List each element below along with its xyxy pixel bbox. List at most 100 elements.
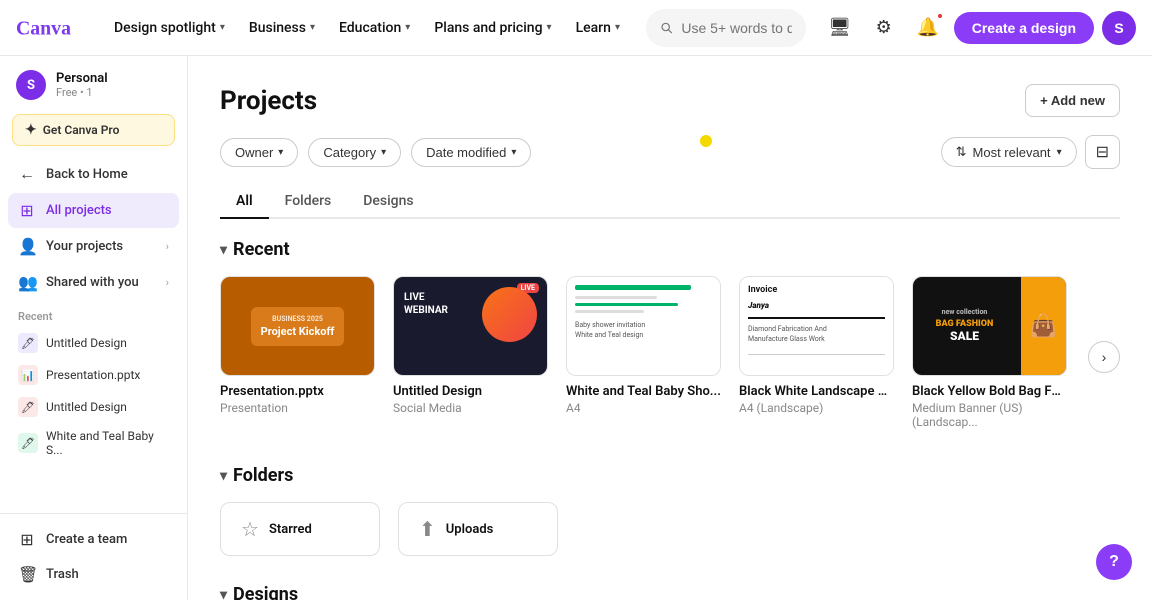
team-icon: ⊞ <box>18 530 36 549</box>
list-item[interactable]: 🖊 Untitled Design <box>8 327 179 359</box>
create-design-button[interactable]: Create a design <box>954 12 1094 44</box>
cards-next-button[interactable]: › <box>1088 341 1120 373</box>
date-modified-filter-button[interactable]: Date modified ▾ <box>411 138 531 167</box>
recent-item-label: Untitled Design <box>46 400 127 414</box>
upload-icon: ⬆ <box>419 517 436 541</box>
chevron-down-icon: ▾ <box>220 22 225 33</box>
trash-icon: 🗑 <box>18 565 36 584</box>
add-new-button[interactable]: + Add new <box>1025 84 1120 117</box>
sidebar-nav: ← Back to Home ⊞ All projects 👤 Your pro… <box>0 156 187 300</box>
chevron-down-icon: ▾ <box>405 22 410 33</box>
projects-header: Projects + Add new <box>220 84 1120 117</box>
sidebar-item-shared-with-you[interactable]: 👥 Shared with you › <box>8 265 179 300</box>
card-subtitle: Medium Banner (US) (Landscap... <box>912 401 1067 429</box>
card-thumbnail: new collection BAG FASHION SALE 👜 <box>912 276 1067 376</box>
nav-plans-pricing[interactable]: Plans and pricing ▾ <box>424 14 561 42</box>
fashion-text: new collection BAG FASHION SALE <box>936 308 1044 344</box>
search-bar[interactable] <box>646 9 806 47</box>
svg-text:Canva: Canva <box>16 17 71 39</box>
nav-learn[interactable]: Learn ▾ <box>566 14 630 42</box>
thumbnail-fashion: new collection BAG FASHION SALE 👜 <box>913 277 1066 375</box>
list-item[interactable]: 🖊 Untitled Design <box>8 391 179 423</box>
recent-item-icon: 📊 <box>18 365 38 385</box>
recent-item-icon: 🖊 <box>18 433 38 453</box>
recent-section-label: Recent <box>0 300 187 327</box>
sort-button[interactable]: ⇅ Most relevant ▾ <box>941 137 1077 167</box>
card-title: Black White Landscape O... <box>739 384 894 399</box>
search-input[interactable] <box>681 20 791 36</box>
tab-designs[interactable]: Designs <box>347 185 429 219</box>
chevron-down-icon: ▾ <box>547 22 552 33</box>
sort-icon: ⇅ <box>956 144 967 160</box>
tab-all[interactable]: All <box>220 185 269 219</box>
designs-section-title: ▾ Designs <box>220 584 1120 600</box>
recent-chevron-icon: ▾ <box>220 242 227 258</box>
card-fashion-banner[interactable]: new collection BAG FASHION SALE 👜 Black … <box>912 276 1067 429</box>
sidebar-item-label: All projects <box>46 203 112 218</box>
get-canva-pro-button[interactable]: ✦ Get Canva Pro <box>12 114 175 146</box>
grid-icon: ⊞ <box>18 201 36 220</box>
nav-business[interactable]: Business ▾ <box>239 14 325 42</box>
card-title: Untitled Design <box>393 384 548 399</box>
notification-wrapper: 🔔 <box>910 10 946 46</box>
topnav-right: 🖥 ⚙ 🔔 Create a design S <box>822 10 1136 46</box>
folder-starred[interactable]: ☆ Starred <box>220 502 380 556</box>
folder-uploads[interactable]: ⬆ Uploads <box>398 502 558 556</box>
folders-section-title: ▾ Folders <box>220 465 1120 486</box>
view-toggle-button[interactable]: ⊟ <box>1085 135 1120 169</box>
card-presentation[interactable]: BUSINESS 2025 Project Kickoff Presentati… <box>220 276 375 429</box>
card-thumbnail: Baby shower invitationWhite and Teal des… <box>566 276 721 376</box>
nav-education[interactable]: Education ▾ <box>329 14 420 42</box>
card-title: White and Teal Baby Sho... <box>566 384 721 399</box>
card-thumbnail: Invoice Janya Diamond Fabrication AndMan… <box>739 276 894 376</box>
search-icon <box>660 20 673 36</box>
nav-design-spotlight[interactable]: Design spotlight ▾ <box>104 14 235 42</box>
list-item[interactable]: 📊 Presentation.pptx <box>8 359 179 391</box>
settings-icon-btn[interactable]: ⚙ <box>866 10 902 46</box>
sort-label: Most relevant <box>973 145 1051 160</box>
sort-area: ⇅ Most relevant ▾ ⊟ <box>941 135 1120 169</box>
tabs-bar: All Folders Designs <box>220 185 1120 219</box>
user-avatar-button[interactable]: S <box>1102 11 1136 45</box>
card-subtitle: Presentation <box>220 401 375 415</box>
owner-filter-label: Owner <box>235 145 273 160</box>
tab-folders[interactable]: Folders <box>269 185 348 219</box>
sidebar-bottom: ⊞ Create a team 🗑 Trash <box>0 518 187 600</box>
sidebar-item-all-projects[interactable]: ⊞ All projects <box>8 193 179 228</box>
help-button[interactable]: ? <box>1096 544 1132 580</box>
recent-cards-grid: BUSINESS 2025 Project Kickoff Presentati… <box>220 276 1078 429</box>
sidebar-item-create-team[interactable]: ⊞ Create a team <box>8 522 179 557</box>
date-modified-filter-label: Date modified <box>426 145 506 160</box>
category-filter-button[interactable]: Category ▾ <box>308 138 401 167</box>
category-filter-label: Category <box>323 145 376 160</box>
recent-item-icon: 🖊 <box>18 333 38 353</box>
card-title: Black Yellow Bold Bag Fa... <box>912 384 1067 399</box>
sidebar-item-label: Shared with you <box>46 275 139 290</box>
main-content: Projects + Add new Owner ▾ Category ▾ Da… <box>188 56 1152 600</box>
card-thumbnail: LIVE LIVEWEBINAR <box>393 276 548 376</box>
recent-item-label: Presentation.pptx <box>46 368 140 382</box>
logo[interactable]: Canva <box>16 14 88 42</box>
chevron-down-icon: ▾ <box>615 22 620 33</box>
sidebar-item-your-projects[interactable]: 👤 Your projects › <box>8 229 179 264</box>
filters-bar: Owner ▾ Category ▾ Date modified ▾ ⇅ Mos… <box>220 135 1120 169</box>
sidebar-item-trash[interactable]: 🗑 Trash <box>8 557 179 592</box>
designs-section: ▾ Designs <box>220 584 1120 600</box>
thumbnail-social: LIVE LIVEWEBINAR <box>394 277 547 375</box>
chevron-right-icon: › <box>166 240 169 253</box>
grid-view-icon: ⊟ <box>1096 144 1109 161</box>
recent-section-title: ▾ Recent <box>220 239 1120 260</box>
card-social-media[interactable]: LIVE LIVEWEBINAR Untitled Design Social … <box>393 276 548 429</box>
people-icon: 👥 <box>18 273 36 292</box>
desktop-icon-btn[interactable]: 🖥 <box>822 10 858 46</box>
canva-pro-label: Get Canva Pro <box>43 123 120 137</box>
card-title: Presentation.pptx <box>220 384 375 399</box>
folders-chevron-icon: ▾ <box>220 468 227 484</box>
layout: S Personal Free • 1 ✦ Get Canva Pro ← Ba… <box>0 56 1152 600</box>
thumbnail-presentation: BUSINESS 2025 Project Kickoff <box>221 277 374 375</box>
sidebar-item-back-to-home[interactable]: ← Back to Home <box>8 156 179 192</box>
list-item[interactable]: 🖊 White and Teal Baby S... <box>8 423 179 463</box>
owner-filter-button[interactable]: Owner ▾ <box>220 138 298 167</box>
card-baby-shower[interactable]: Baby shower invitationWhite and Teal des… <box>566 276 721 429</box>
card-bw-landscape[interactable]: Invoice Janya Diamond Fabrication AndMan… <box>739 276 894 429</box>
